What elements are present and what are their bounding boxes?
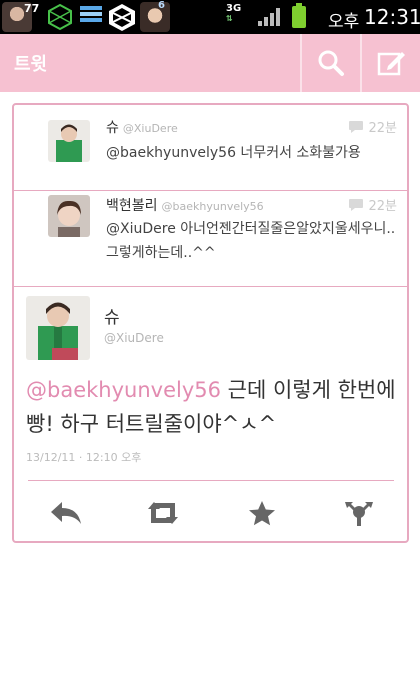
status-bar: 77 6 3G ⇅ 오후 12:31 (0, 0, 420, 34)
battery-icon (292, 3, 306, 28)
author-display-name: 백현볼리 (106, 198, 158, 214)
tweet-actions (14, 485, 407, 541)
action-bar: 트윗 (0, 34, 420, 92)
favorite-button[interactable] (242, 493, 282, 533)
share-branch-icon (345, 502, 373, 526)
speech-bubble-icon (349, 120, 364, 133)
notification-thumbnail-1: 77 (2, 2, 46, 32)
author-display-name: 슈 (104, 308, 120, 328)
reply-button[interactable] (46, 493, 86, 533)
exo-logo-icon (48, 3, 72, 31)
retweet-button[interactable] (143, 493, 183, 533)
author-handle: @baekhyunvely56 (161, 200, 264, 213)
page-title: 트윗 (14, 54, 48, 75)
reply-arrow-icon (51, 502, 81, 524)
avatar[interactable] (48, 120, 90, 162)
status-ampm: 오후 (328, 12, 360, 32)
notification-thumbnail-2: 6 (140, 0, 170, 32)
search-button[interactable] (302, 34, 360, 92)
tweet-time-label: 22분 (368, 121, 397, 136)
more-actions-button[interactable] (339, 493, 379, 533)
author-handle: @XiuDere (104, 331, 164, 345)
compose-icon (377, 52, 405, 76)
avatar[interactable] (26, 296, 90, 360)
status-time: 12:31 (364, 5, 420, 29)
exo-logo-icon-white (109, 4, 135, 31)
data-transfer-icon: ⇅ (226, 14, 233, 23)
notification-count-badge: 77 (24, 2, 40, 15)
mention-link[interactable]: @baekhyunvely56 (26, 378, 221, 402)
conversation-tweet[interactable]: 슈 @XiuDere 22분 @baekhyunvely56 너무커서 소화불가용 (14, 105, 407, 191)
sync-list-icon (80, 6, 102, 28)
author-handle: @XiuDere (122, 122, 178, 135)
retweet-icon (148, 502, 178, 524)
avatar[interactable] (48, 195, 90, 237)
tweet-time: 22분 (348, 195, 397, 214)
tweet-time: 22분 (348, 117, 397, 136)
star-icon (249, 501, 275, 526)
tweet-text: @baekhyunvely56 너무커서 소화불가용 (106, 145, 361, 161)
tweet-text: @baekhyunvely56 근데 이렇게 한번에 빵! 하구 터트릴줄이야^… (26, 373, 402, 441)
tweet-timestamp: 13/12/11 · 12:10 오후 (26, 451, 142, 464)
author-display-name: 슈 (106, 120, 119, 136)
search-icon (318, 50, 344, 76)
speech-bubble-icon (349, 198, 364, 211)
divider (28, 480, 394, 481)
tweet-text: @XiuDere 아너언젠간터질줄은알았지울세우니..그렇게하는데..^^ (106, 221, 396, 261)
signal-strength-icon (258, 8, 280, 26)
tweet-detail-card: 슈 @XiuDere 22분 @baekhyunvely56 너무커서 소화불가용… (12, 103, 409, 543)
author-name: 백현볼리 @baekhyunvely56 (106, 195, 264, 215)
author-name: 슈 @XiuDere (106, 117, 178, 137)
network-type-label: 3G (226, 3, 242, 14)
compose-button[interactable] (362, 34, 420, 92)
tweet-time-label: 22분 (368, 199, 397, 214)
notification-number: 6 (158, 0, 165, 11)
network-indicator: 3G ⇅ (226, 4, 241, 24)
